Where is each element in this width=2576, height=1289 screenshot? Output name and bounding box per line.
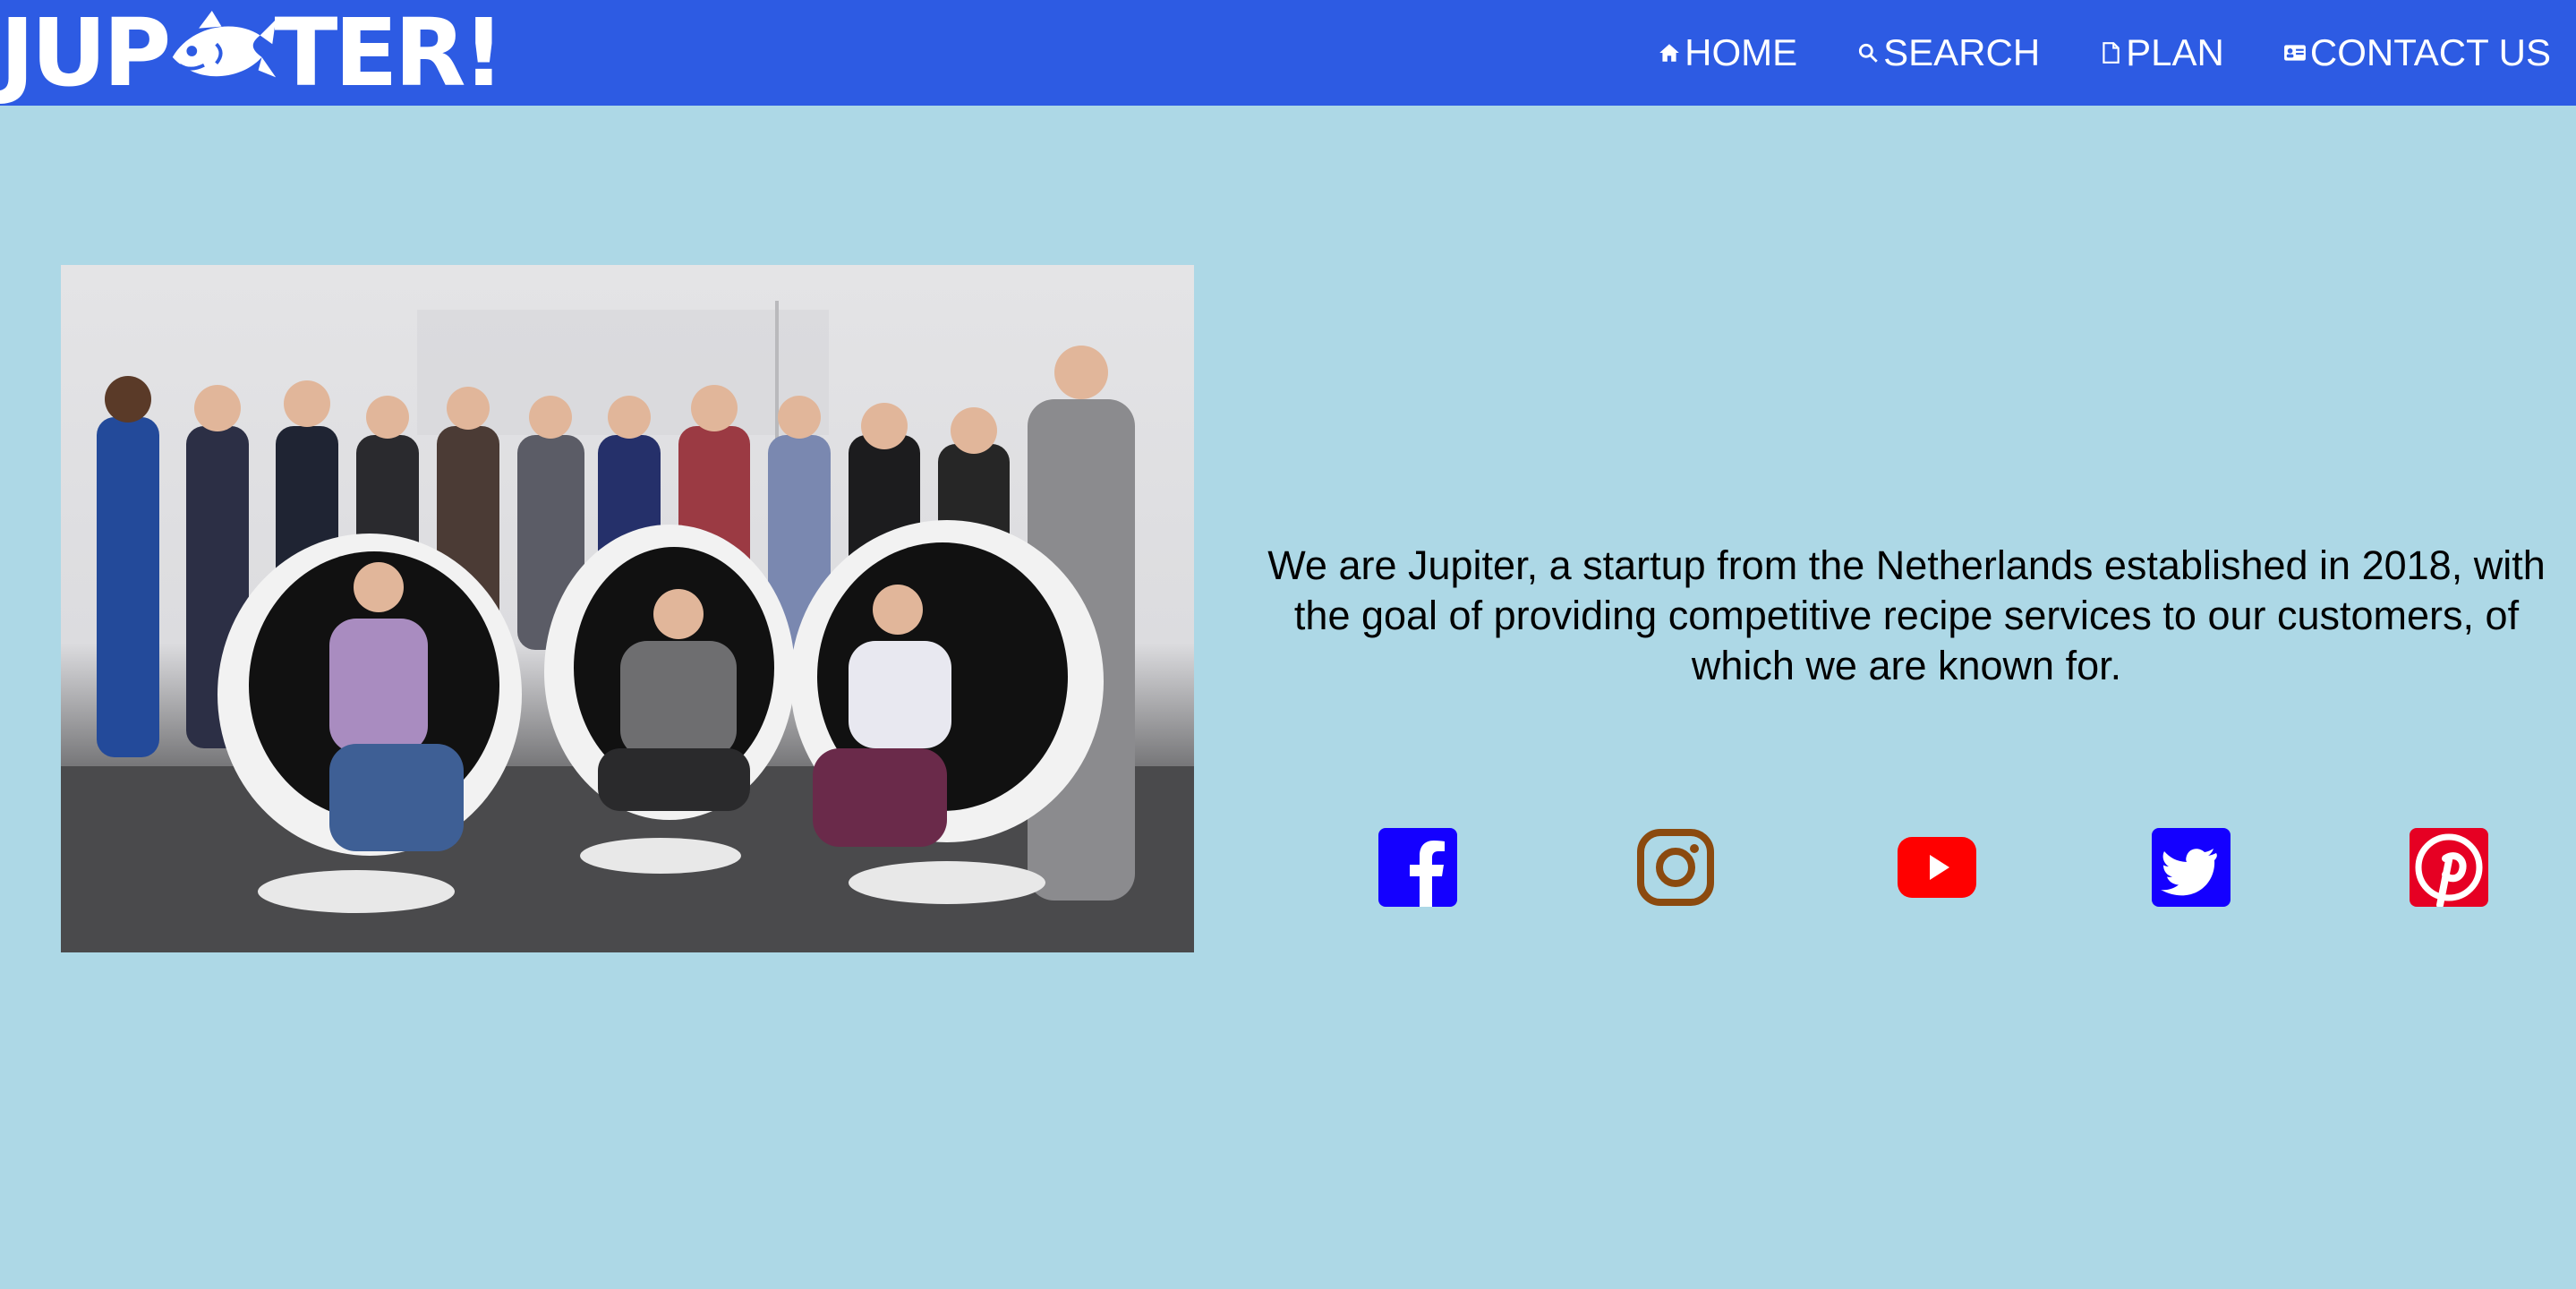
nav-search-label: SEARCH — [1883, 31, 2041, 73]
pinterest-link[interactable] — [2410, 828, 2488, 907]
twitter-icon — [2152, 828, 2231, 907]
youtube-icon — [1898, 837, 1976, 898]
fish-icon — [173, 11, 277, 78]
search-icon — [1859, 43, 1878, 63]
logo-text-end: TER! — [274, 0, 505, 107]
nav-plan-label: PLAN — [2126, 31, 2224, 73]
jupiter-logo[interactable]: JUP TER! — [0, 0, 505, 107]
nav-home[interactable]: HOME — [1658, 31, 1797, 74]
nav-contact-label: CONTACT US — [2309, 31, 2551, 73]
main-nav: HOME SEARCH PLAN CONTACT US — [1658, 0, 2551, 106]
facebook-icon — [1378, 828, 1457, 907]
team-photo-illustration — [61, 301, 1194, 952]
nav-plan[interactable]: PLAN — [2099, 31, 2224, 74]
team-photo — [61, 265, 1194, 952]
facebook-link[interactable] — [1378, 828, 1457, 907]
navbar: JUP TER! HOME SEARCH PLAN CONTACT US — [0, 0, 2576, 106]
nav-search[interactable]: SEARCH — [1856, 31, 2040, 74]
twitter-link[interactable] — [2152, 828, 2231, 907]
instagram-icon — [1637, 829, 1714, 906]
pinterest-icon — [2410, 828, 2488, 907]
logo-text-start: JUP — [0, 0, 171, 107]
nav-home-label: HOME — [1685, 31, 1798, 73]
youtube-link[interactable] — [1890, 828, 1976, 907]
about-text: We are Jupiter, a startup from the Nethe… — [1267, 542, 2546, 688]
instagram-link[interactable] — [1636, 828, 1715, 907]
home-icon — [1659, 44, 1679, 62]
document-icon — [2103, 42, 2120, 64]
contact-card-icon — [2283, 45, 2306, 61]
nav-contact-us[interactable]: CONTACT US — [2283, 31, 2551, 74]
